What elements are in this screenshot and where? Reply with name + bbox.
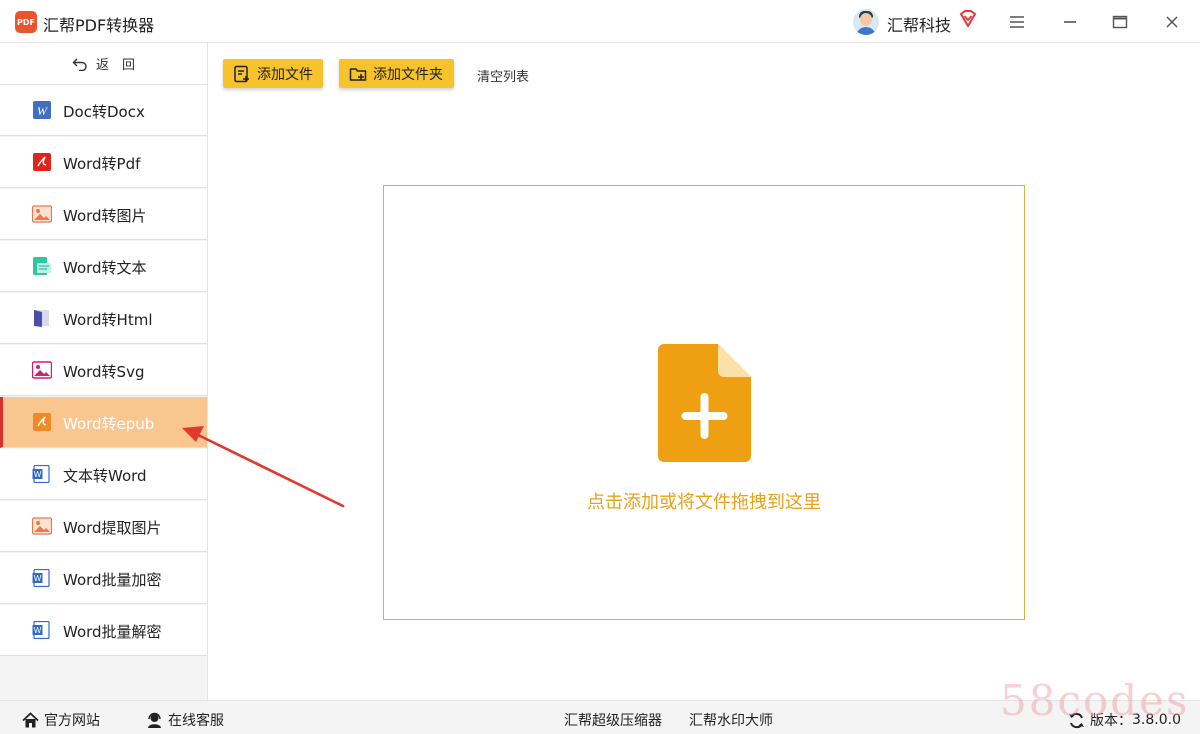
compressor-link[interactable]: 汇帮超级压缩器	[564, 710, 662, 730]
official-site-link[interactable]: 官方网站	[22, 710, 100, 730]
back-label: 返 回	[95, 58, 135, 73]
sidebar-item-label: Word转图片	[63, 207, 147, 225]
title-bar: PDF 汇帮PDF转换器 汇帮科技	[0, 0, 1200, 43]
online-service-link[interactable]: 在线客服	[146, 710, 224, 730]
add-folder-icon	[349, 67, 367, 81]
sidebar-item-label: Word批量加密	[63, 571, 162, 589]
sidebar-item-word-to-text[interactable]: Word转文本	[0, 241, 207, 292]
sidebar-item-label: Word转Pdf	[63, 155, 141, 173]
svg-image-icon	[32, 361, 52, 379]
file-drop-zone[interactable]: 点击添加或将文件拖拽到这里	[383, 185, 1025, 620]
word-outline-icon: W	[32, 465, 50, 483]
add-folder-label: 添加文件夹	[373, 66, 443, 83]
svg-text:W: W	[34, 574, 42, 583]
sidebar-item-word-to-image[interactable]: Word转图片	[0, 189, 207, 240]
watermark-master-link[interactable]: 汇帮水印大师	[689, 710, 773, 730]
sidebar-item-label: Doc转Docx	[63, 103, 145, 121]
epub-icon	[33, 413, 51, 431]
add-file-icon	[234, 65, 249, 82]
word-outline-icon: W	[32, 569, 50, 587]
sidebar-item-word-to-epub[interactable]: Word转epub	[0, 397, 207, 448]
pdf-icon	[33, 153, 51, 171]
add-document-icon	[658, 344, 751, 462]
app-title: 汇帮PDF转换器	[43, 16, 155, 35]
maximize-icon[interactable]	[1106, 8, 1134, 36]
svg-text:W: W	[34, 470, 42, 479]
add-file-label: 添加文件	[257, 66, 313, 83]
close-icon[interactable]	[1158, 8, 1186, 36]
sidebar-item-text-to-word[interactable]: W 文本转Word	[0, 449, 207, 500]
sidebar-item-word-to-svg[interactable]: Word转Svg	[0, 345, 207, 396]
sidebar-item-label: Word提取图片	[63, 519, 162, 537]
minimize-icon[interactable]	[1056, 8, 1084, 36]
customer-service-icon	[148, 712, 161, 728]
word-outline-icon: W	[32, 621, 50, 639]
html-icon	[34, 310, 49, 327]
svg-text:W: W	[34, 626, 42, 635]
add-file-button[interactable]: 添加文件	[223, 59, 323, 88]
sidebar: 返 回 W Doc转Docx Word转Pdf Word转图片 Word转文本 …	[0, 43, 208, 700]
sidebar-item-word-to-html[interactable]: Word转Html	[0, 293, 207, 344]
sidebar-item-label: Word转文本	[63, 259, 147, 277]
sidebar-item-word-to-pdf[interactable]: Word转Pdf	[0, 137, 207, 188]
sidebar-item-label: Word转epub	[63, 415, 155, 433]
sidebar-item-label: Word批量解密	[63, 623, 162, 641]
back-button[interactable]: 返 回	[0, 43, 207, 85]
site-watermark: 58codes	[1000, 676, 1190, 725]
svg-text:W: W	[37, 104, 48, 118]
menu-icon[interactable]	[1003, 8, 1031, 36]
annotation-arrow	[182, 426, 345, 508]
official-site-label: 官方网站	[44, 713, 100, 729]
sidebar-item-doc-to-docx[interactable]: W Doc转Docx	[0, 85, 207, 136]
image-icon	[32, 205, 52, 223]
word-doc-icon: W	[33, 101, 51, 119]
app-logo-icon: PDF	[15, 11, 37, 33]
add-folder-button[interactable]: 添加文件夹	[339, 59, 454, 88]
home-icon	[22, 711, 39, 727]
sidebar-item-label: Word转Svg	[63, 363, 145, 381]
vip-diamond-icon[interactable]	[958, 9, 978, 29]
sidebar-item-word-extract-images[interactable]: Word提取图片	[0, 501, 207, 552]
sidebar-item-word-batch-decrypt[interactable]: W Word批量解密	[0, 605, 207, 656]
sidebar-item-label: Word转Html	[63, 311, 153, 329]
sidebar-item-word-batch-encrypt[interactable]: W Word批量加密	[0, 553, 207, 604]
text-file-icon	[33, 257, 51, 275]
online-service-label: 在线客服	[168, 713, 224, 729]
user-name[interactable]: 汇帮科技	[887, 12, 951, 36]
watermark-master-label: 汇帮水印大师	[689, 713, 773, 729]
back-arrow-icon	[72, 58, 87, 71]
image-icon	[32, 517, 52, 535]
clear-list-button[interactable]: 清空列表	[477, 66, 529, 85]
user-avatar[interactable]	[853, 9, 879, 35]
drop-hint-text: 点击添加或将文件拖拽到这里	[587, 492, 821, 513]
compressor-label: 汇帮超级压缩器	[564, 713, 662, 729]
sidebar-item-label: 文本转Word	[63, 467, 147, 485]
